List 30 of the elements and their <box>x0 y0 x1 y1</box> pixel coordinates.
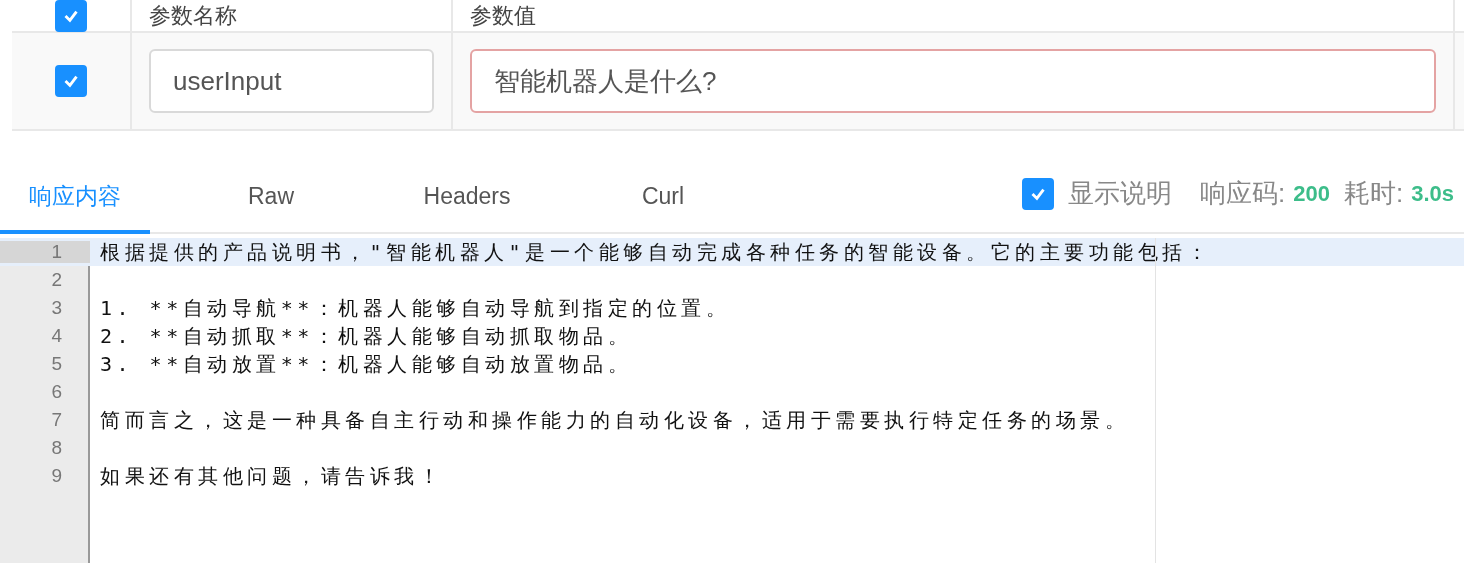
value-input-field[interactable]: 智能机器人是什么? <box>470 49 1436 113</box>
line-number: 9 <box>50 465 63 487</box>
checkbox[interactable] <box>55 65 87 97</box>
code-line: 根据提供的产品说明书，"智能机器人"是一个能够自动完成各种任务的智能设备。它的主要功能包括： <box>100 239 1212 264</box>
line-number: 5 <box>50 353 63 375</box>
name-input-field[interactable]: userInput <box>149 49 434 113</box>
line-number: 2 <box>50 269 63 291</box>
code-line: 简而言之，这是一种具备自主行动和操作能力的自动化设备，适用于需要执行特定任务的场景。 <box>100 407 1129 432</box>
status-code: 200 <box>1293 180 1330 207</box>
tab[interactable]: Curl <box>588 159 738 234</box>
line-number: 6 <box>50 381 63 403</box>
checkbox[interactable] <box>55 0 87 32</box>
code-line: 1. **自动导航**：机器人能够自动导航到指定的位置。 <box>100 295 731 320</box>
status-label: 响应码: <box>1200 177 1286 210</box>
code-line: 2. **自动抓取**：机器人能够自动抓取物品。 <box>100 323 633 348</box>
line-number: 3 <box>50 297 63 319</box>
column-header: 参数值 <box>470 1 536 30</box>
line-number: 8 <box>50 437 63 459</box>
line-number: 1 <box>0 241 90 263</box>
time-value: 3.0s <box>1411 180 1454 207</box>
time-label: 耗时: <box>1343 177 1404 210</box>
checkbox[interactable] <box>1022 177 1054 210</box>
line-number: 4 <box>50 325 63 347</box>
tab[interactable]: Headers <box>392 159 542 234</box>
code-line: 如果还有其他问题，请告诉我！ <box>100 463 443 488</box>
line-number: 7 <box>50 409 63 431</box>
checkbox-label: 显示说明 <box>1068 177 1172 210</box>
code-line: 3. **自动放置**：机器人能够自动放置物品。 <box>100 351 633 376</box>
tab[interactable]: Raw <box>196 159 346 234</box>
column-header: 参数名称 <box>149 1 237 30</box>
